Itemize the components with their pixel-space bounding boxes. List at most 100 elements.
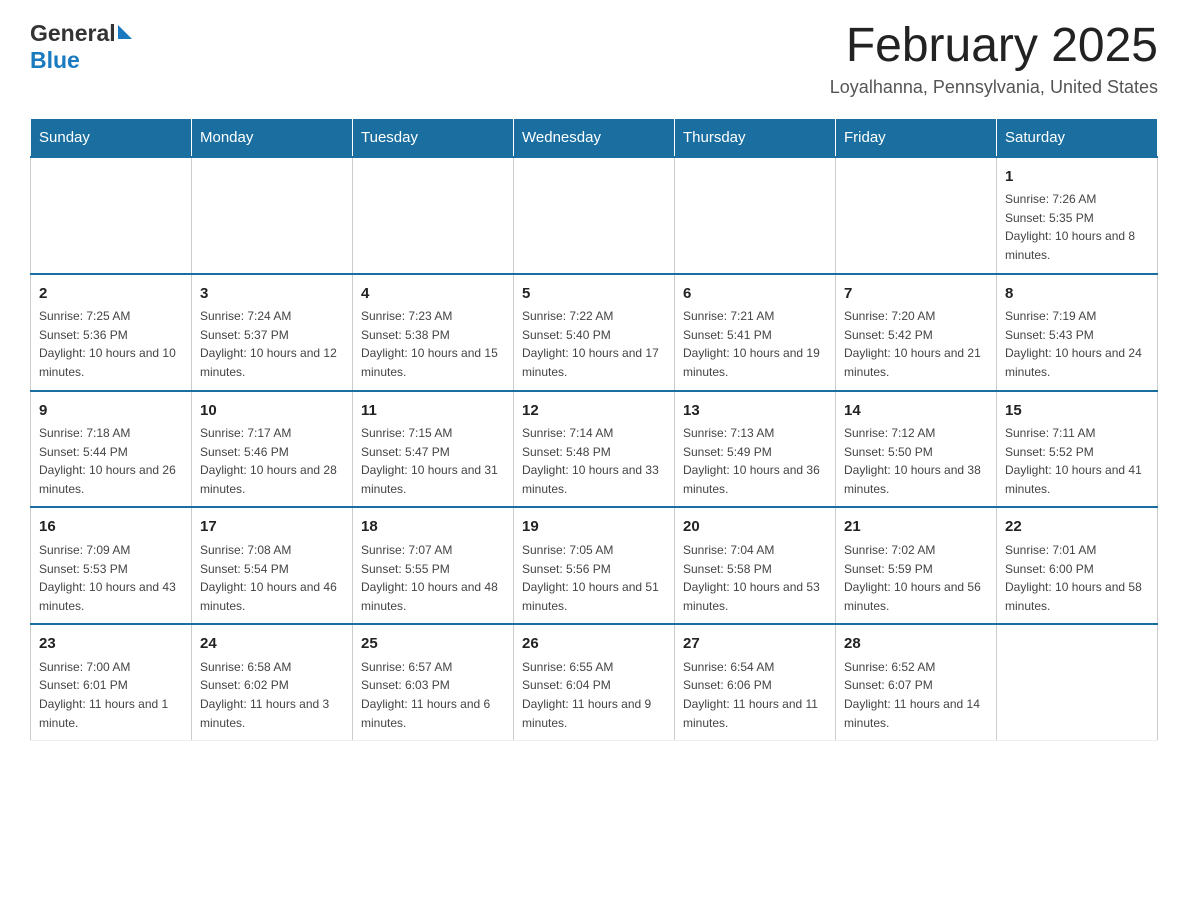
calendar-cell — [353, 157, 514, 274]
calendar-cell: 26Sunrise: 6:55 AMSunset: 6:04 PMDayligh… — [514, 624, 675, 740]
calendar-week-row: 16Sunrise: 7:09 AMSunset: 5:53 PMDayligh… — [31, 507, 1158, 624]
calendar-cell: 16Sunrise: 7:09 AMSunset: 5:53 PMDayligh… — [31, 507, 192, 624]
day-number: 27 — [683, 633, 827, 656]
day-number: 17 — [200, 516, 344, 539]
day-number: 14 — [844, 400, 988, 423]
calendar-cell: 9Sunrise: 7:18 AMSunset: 5:44 PMDaylight… — [31, 391, 192, 508]
calendar-week-row: 1Sunrise: 7:26 AMSunset: 5:35 PMDaylight… — [31, 157, 1158, 274]
calendar-day-header: Tuesday — [353, 118, 514, 157]
day-number: 21 — [844, 516, 988, 539]
title-block: February 2025 Loyalhanna, Pennsylvania, … — [830, 20, 1158, 98]
calendar-cell — [836, 157, 997, 274]
day-number: 6 — [683, 283, 827, 306]
day-number: 22 — [1005, 516, 1149, 539]
day-info: Sunrise: 7:26 AMSunset: 5:35 PMDaylight:… — [1005, 190, 1149, 264]
calendar-week-row: 23Sunrise: 7:00 AMSunset: 6:01 PMDayligh… — [31, 624, 1158, 740]
day-info: Sunrise: 7:11 AMSunset: 5:52 PMDaylight:… — [1005, 424, 1149, 498]
day-info: Sunrise: 6:52 AMSunset: 6:07 PMDaylight:… — [844, 658, 988, 732]
calendar-cell: 8Sunrise: 7:19 AMSunset: 5:43 PMDaylight… — [997, 274, 1158, 391]
day-info: Sunrise: 7:07 AMSunset: 5:55 PMDaylight:… — [361, 541, 505, 615]
calendar-day-header: Thursday — [675, 118, 836, 157]
calendar-cell: 24Sunrise: 6:58 AMSunset: 6:02 PMDayligh… — [192, 624, 353, 740]
calendar-cell: 11Sunrise: 7:15 AMSunset: 5:47 PMDayligh… — [353, 391, 514, 508]
calendar-day-header: Monday — [192, 118, 353, 157]
calendar-cell: 19Sunrise: 7:05 AMSunset: 5:56 PMDayligh… — [514, 507, 675, 624]
calendar-cell: 3Sunrise: 7:24 AMSunset: 5:37 PMDaylight… — [192, 274, 353, 391]
day-info: Sunrise: 7:04 AMSunset: 5:58 PMDaylight:… — [683, 541, 827, 615]
day-info: Sunrise: 7:00 AMSunset: 6:01 PMDaylight:… — [39, 658, 183, 732]
day-number: 2 — [39, 283, 183, 306]
day-number: 23 — [39, 633, 183, 656]
calendar-cell: 10Sunrise: 7:17 AMSunset: 5:46 PMDayligh… — [192, 391, 353, 508]
day-number: 7 — [844, 283, 988, 306]
day-info: Sunrise: 7:19 AMSunset: 5:43 PMDaylight:… — [1005, 307, 1149, 381]
calendar-cell: 2Sunrise: 7:25 AMSunset: 5:36 PMDaylight… — [31, 274, 192, 391]
day-info: Sunrise: 6:58 AMSunset: 6:02 PMDaylight:… — [200, 658, 344, 732]
day-info: Sunrise: 7:01 AMSunset: 6:00 PMDaylight:… — [1005, 541, 1149, 615]
logo-general-text: General — [30, 20, 116, 47]
calendar-cell: 12Sunrise: 7:14 AMSunset: 5:48 PMDayligh… — [514, 391, 675, 508]
day-number: 26 — [522, 633, 666, 656]
day-number: 10 — [200, 400, 344, 423]
day-number: 25 — [361, 633, 505, 656]
day-number: 16 — [39, 516, 183, 539]
day-info: Sunrise: 7:25 AMSunset: 5:36 PMDaylight:… — [39, 307, 183, 381]
day-info: Sunrise: 7:22 AMSunset: 5:40 PMDaylight:… — [522, 307, 666, 381]
calendar-cell: 28Sunrise: 6:52 AMSunset: 6:07 PMDayligh… — [836, 624, 997, 740]
day-info: Sunrise: 7:02 AMSunset: 5:59 PMDaylight:… — [844, 541, 988, 615]
day-number: 8 — [1005, 283, 1149, 306]
location-title: Loyalhanna, Pennsylvania, United States — [830, 77, 1158, 98]
day-info: Sunrise: 7:13 AMSunset: 5:49 PMDaylight:… — [683, 424, 827, 498]
calendar-cell: 1Sunrise: 7:26 AMSunset: 5:35 PMDaylight… — [997, 157, 1158, 274]
page-header: General Blue February 2025 Loyalhanna, P… — [30, 20, 1158, 98]
day-info: Sunrise: 7:09 AMSunset: 5:53 PMDaylight:… — [39, 541, 183, 615]
day-number: 28 — [844, 633, 988, 656]
calendar-cell — [997, 624, 1158, 740]
calendar-header-row: SundayMondayTuesdayWednesdayThursdayFrid… — [31, 118, 1158, 157]
day-info: Sunrise: 7:17 AMSunset: 5:46 PMDaylight:… — [200, 424, 344, 498]
day-info: Sunrise: 7:15 AMSunset: 5:47 PMDaylight:… — [361, 424, 505, 498]
day-number: 18 — [361, 516, 505, 539]
day-info: Sunrise: 7:21 AMSunset: 5:41 PMDaylight:… — [683, 307, 827, 381]
calendar-cell: 25Sunrise: 6:57 AMSunset: 6:03 PMDayligh… — [353, 624, 514, 740]
day-number: 20 — [683, 516, 827, 539]
calendar-cell — [675, 157, 836, 274]
day-info: Sunrise: 7:05 AMSunset: 5:56 PMDaylight:… — [522, 541, 666, 615]
calendar-cell — [31, 157, 192, 274]
day-number: 13 — [683, 400, 827, 423]
calendar-table: SundayMondayTuesdayWednesdayThursdayFrid… — [30, 118, 1158, 741]
day-info: Sunrise: 7:12 AMSunset: 5:50 PMDaylight:… — [844, 424, 988, 498]
day-number: 11 — [361, 400, 505, 423]
day-number: 15 — [1005, 400, 1149, 423]
day-number: 24 — [200, 633, 344, 656]
logo-arrow-icon — [118, 25, 132, 39]
day-number: 19 — [522, 516, 666, 539]
calendar-cell — [514, 157, 675, 274]
calendar-day-header: Friday — [836, 118, 997, 157]
calendar-week-row: 2Sunrise: 7:25 AMSunset: 5:36 PMDaylight… — [31, 274, 1158, 391]
calendar-cell: 13Sunrise: 7:13 AMSunset: 5:49 PMDayligh… — [675, 391, 836, 508]
day-number: 12 — [522, 400, 666, 423]
calendar-cell — [192, 157, 353, 274]
day-info: Sunrise: 6:54 AMSunset: 6:06 PMDaylight:… — [683, 658, 827, 732]
calendar-day-header: Wednesday — [514, 118, 675, 157]
calendar-cell: 23Sunrise: 7:00 AMSunset: 6:01 PMDayligh… — [31, 624, 192, 740]
month-title: February 2025 — [830, 20, 1158, 73]
calendar-cell: 21Sunrise: 7:02 AMSunset: 5:59 PMDayligh… — [836, 507, 997, 624]
logo-blue-text: Blue — [30, 47, 80, 74]
calendar-day-header: Sunday — [31, 118, 192, 157]
calendar-cell: 14Sunrise: 7:12 AMSunset: 5:50 PMDayligh… — [836, 391, 997, 508]
logo: General Blue — [30, 20, 132, 74]
calendar-cell: 27Sunrise: 6:54 AMSunset: 6:06 PMDayligh… — [675, 624, 836, 740]
calendar-week-row: 9Sunrise: 7:18 AMSunset: 5:44 PMDaylight… — [31, 391, 1158, 508]
day-number: 4 — [361, 283, 505, 306]
day-info: Sunrise: 7:20 AMSunset: 5:42 PMDaylight:… — [844, 307, 988, 381]
calendar-cell: 7Sunrise: 7:20 AMSunset: 5:42 PMDaylight… — [836, 274, 997, 391]
calendar-cell: 4Sunrise: 7:23 AMSunset: 5:38 PMDaylight… — [353, 274, 514, 391]
calendar-cell: 20Sunrise: 7:04 AMSunset: 5:58 PMDayligh… — [675, 507, 836, 624]
calendar-cell: 15Sunrise: 7:11 AMSunset: 5:52 PMDayligh… — [997, 391, 1158, 508]
calendar-day-header: Saturday — [997, 118, 1158, 157]
day-number: 5 — [522, 283, 666, 306]
calendar-cell: 6Sunrise: 7:21 AMSunset: 5:41 PMDaylight… — [675, 274, 836, 391]
calendar-cell: 17Sunrise: 7:08 AMSunset: 5:54 PMDayligh… — [192, 507, 353, 624]
